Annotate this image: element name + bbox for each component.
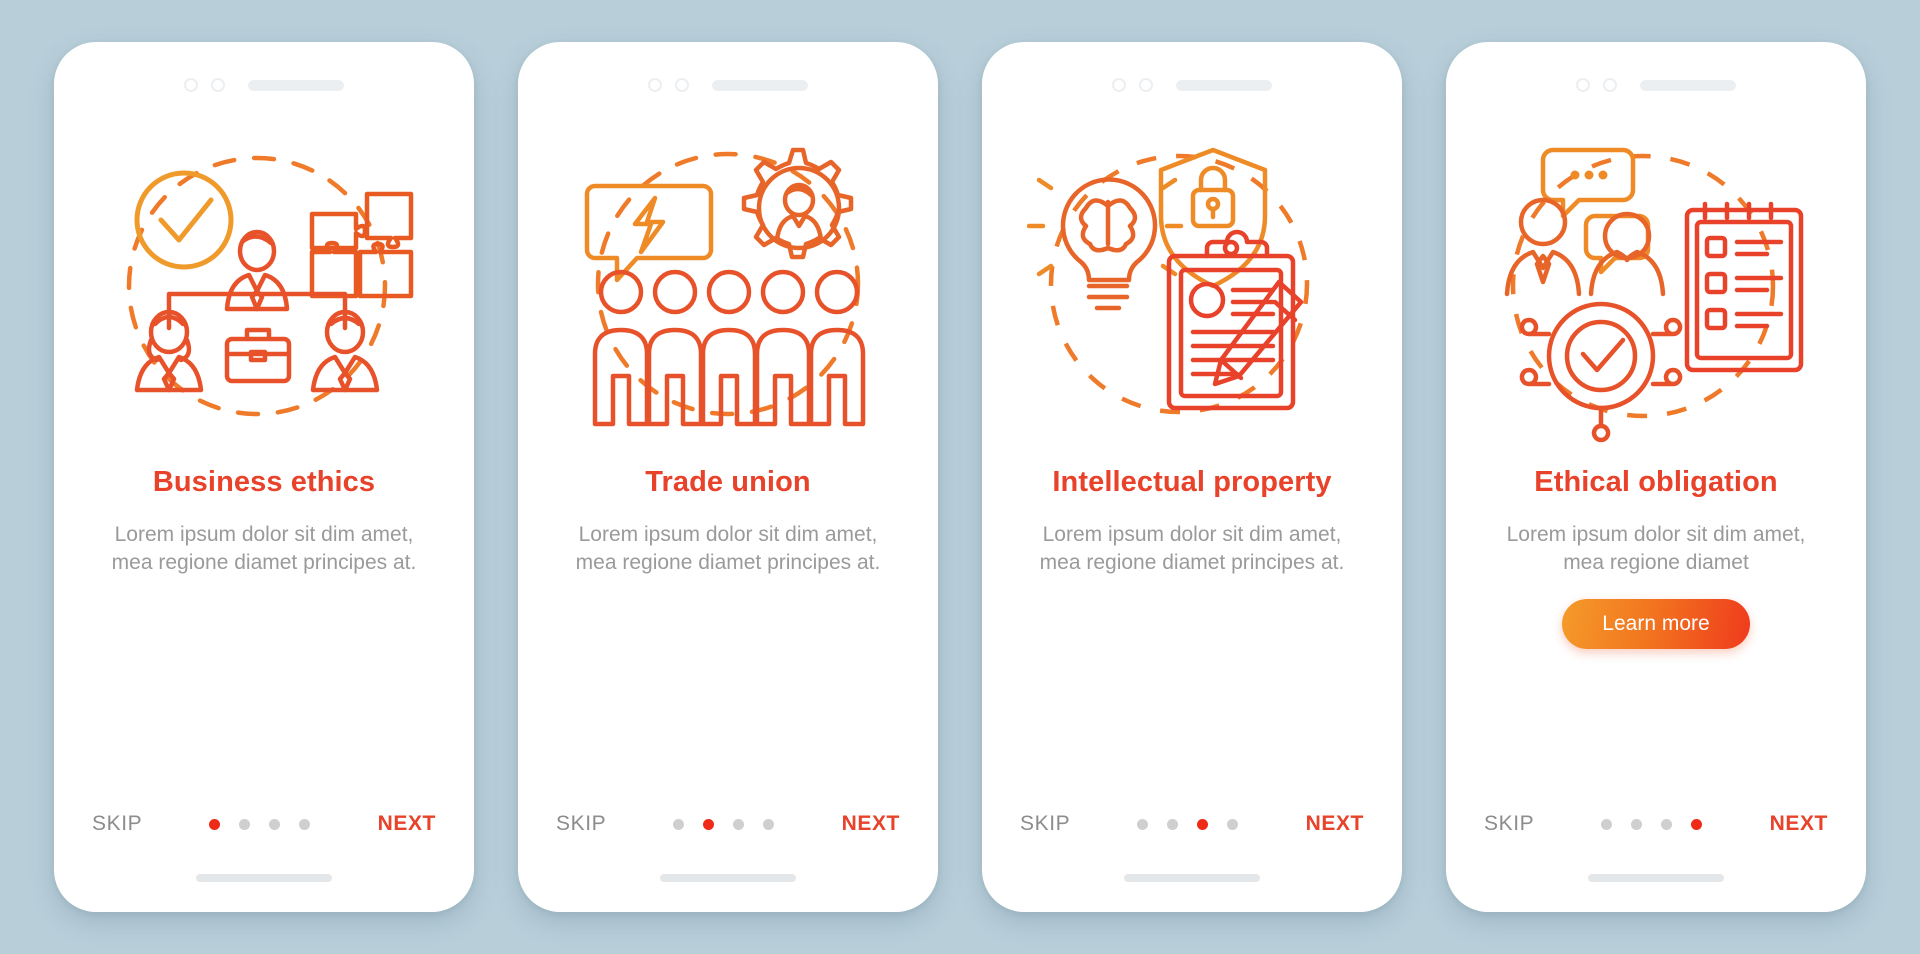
pagination-dot-2[interactable] bbox=[239, 818, 251, 830]
next-button[interactable]: NEXT bbox=[378, 812, 436, 836]
pagination-dots bbox=[1601, 818, 1703, 830]
home-indicator[interactable] bbox=[1124, 874, 1260, 882]
next-button[interactable]: NEXT bbox=[1770, 812, 1828, 836]
onboarding-screen-trade-union: Trade union Lorem ipsum dolor sit dim am… bbox=[518, 42, 938, 912]
home-indicator[interactable] bbox=[660, 874, 796, 882]
camera-icon bbox=[648, 78, 662, 92]
home-indicator[interactable] bbox=[196, 874, 332, 882]
next-button[interactable]: NEXT bbox=[1306, 812, 1364, 836]
text-block: Trade union Lorem ipsum dolor sit dim am… bbox=[552, 466, 904, 577]
pagination-dot-1[interactable] bbox=[1601, 818, 1613, 830]
onboarding-nav: SKIP NEXT bbox=[552, 812, 904, 836]
onboarding-nav: SKIP NEXT bbox=[88, 812, 440, 836]
pagination-dot-2[interactable] bbox=[1631, 818, 1643, 830]
page-description: Lorem ipsum dolor sit dim amet, mea regi… bbox=[575, 522, 881, 574]
pagination-dot-3[interactable] bbox=[1197, 818, 1209, 830]
page-title: Ethical obligation bbox=[1534, 466, 1778, 498]
phone-status-bar bbox=[88, 68, 440, 102]
home-indicator-wrap bbox=[1016, 836, 1368, 882]
onboarding-nav: SKIP NEXT bbox=[1016, 812, 1368, 836]
onboarding-nav: SKIP NEXT bbox=[1480, 812, 1832, 836]
skip-button[interactable]: SKIP bbox=[1020, 812, 1070, 836]
sensor-icon bbox=[1139, 78, 1153, 92]
text-block: Ethical obligation Lorem ipsum dolor sit… bbox=[1480, 466, 1832, 577]
speaker-bar-icon bbox=[248, 79, 344, 91]
onboarding-screen-ethical-obligation: Ethical obligation Lorem ipsum dolor sit… bbox=[1446, 42, 1866, 912]
home-indicator-wrap bbox=[1480, 836, 1832, 882]
pagination-dot-3[interactable] bbox=[269, 818, 281, 830]
onboarding-screen-intellectual-property: Intellectual property Lorem ipsum dolor … bbox=[982, 42, 1402, 912]
page-description: Lorem ipsum dolor sit dim amet, mea regi… bbox=[111, 522, 417, 574]
page-description: Lorem ipsum dolor sit dim amet, mea regi… bbox=[1039, 522, 1345, 574]
page-title: Business ethics bbox=[152, 466, 376, 498]
skip-button[interactable]: SKIP bbox=[556, 812, 606, 836]
sensor-icon bbox=[675, 78, 689, 92]
pagination-dot-3[interactable] bbox=[1661, 818, 1673, 830]
speaker-bar-icon bbox=[1176, 79, 1272, 91]
text-block: Intellectual property Lorem ipsum dolor … bbox=[1016, 466, 1368, 577]
page-description: Lorem ipsum dolor sit dim amet, mea regi… bbox=[1506, 522, 1806, 574]
pagination-dot-4[interactable] bbox=[299, 818, 311, 830]
sensor-icon bbox=[211, 78, 225, 92]
pagination-dot-3[interactable] bbox=[733, 818, 745, 830]
pagination-dot-4[interactable] bbox=[1227, 818, 1239, 830]
trade-union-illustration bbox=[552, 124, 904, 454]
speaker-bar-icon bbox=[1640, 79, 1736, 91]
sensor-icon bbox=[1603, 78, 1617, 92]
phone-status-bar bbox=[1480, 68, 1832, 102]
onboarding-screens-row: Business ethics Lorem ipsum dolor sit di… bbox=[0, 0, 1920, 954]
business-ethics-illustration bbox=[88, 124, 440, 454]
home-indicator[interactable] bbox=[1588, 874, 1724, 882]
onboarding-screen-business-ethics: Business ethics Lorem ipsum dolor sit di… bbox=[54, 42, 474, 912]
phone-status-bar bbox=[1016, 68, 1368, 102]
camera-icon bbox=[1576, 78, 1590, 92]
page-title: Trade union bbox=[645, 466, 811, 498]
pagination-dot-2[interactable] bbox=[703, 818, 715, 830]
camera-icon bbox=[1112, 78, 1126, 92]
pagination-dots bbox=[209, 818, 311, 830]
skip-button[interactable]: SKIP bbox=[1484, 812, 1534, 836]
home-indicator-wrap bbox=[552, 836, 904, 882]
speaker-bar-icon bbox=[712, 79, 808, 91]
pagination-dot-1[interactable] bbox=[1137, 818, 1149, 830]
camera-icon bbox=[184, 78, 198, 92]
pagination-dot-1[interactable] bbox=[209, 818, 221, 830]
cta-wrap: Learn more bbox=[1480, 598, 1832, 649]
pagination-dots bbox=[673, 818, 775, 830]
pagination-dots bbox=[1137, 818, 1239, 830]
pagination-dot-4[interactable] bbox=[1691, 818, 1703, 830]
skip-button[interactable]: SKIP bbox=[92, 812, 142, 836]
pagination-dot-2[interactable] bbox=[1167, 818, 1179, 830]
home-indicator-wrap bbox=[88, 836, 440, 882]
text-block: Business ethics Lorem ipsum dolor sit di… bbox=[88, 466, 440, 577]
ethical-obligation-illustration bbox=[1480, 124, 1832, 454]
next-button[interactable]: NEXT bbox=[842, 812, 900, 836]
learn-more-button[interactable]: Learn more bbox=[1562, 598, 1750, 649]
intellectual-property-illustration bbox=[1016, 124, 1368, 454]
page-title: Intellectual property bbox=[1052, 466, 1332, 498]
pagination-dot-1[interactable] bbox=[673, 818, 685, 830]
pagination-dot-4[interactable] bbox=[763, 818, 775, 830]
phone-status-bar bbox=[552, 68, 904, 102]
